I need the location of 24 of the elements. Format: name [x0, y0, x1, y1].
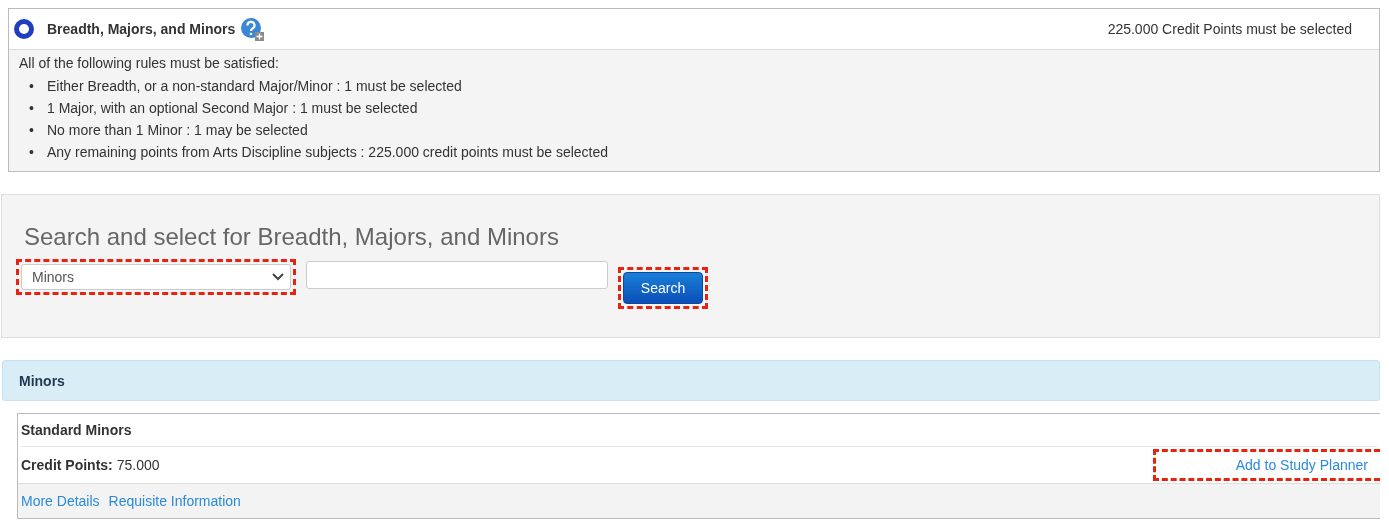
- rule-item: Either Breadth, or a non-standard Major/Minor : 1 must be selected: [47, 77, 462, 96]
- credit-points: Credit Points: 75.000: [21, 457, 160, 473]
- search-heading: Search and select for Breadth, Majors, and Minors: [24, 223, 560, 251]
- add-link[interactable]: Add to Study Planner: [1235, 457, 1368, 473]
- help-icon[interactable]: [240, 17, 265, 41]
- rule-item: No more than 1 Minor : 1 may be selected: [47, 121, 308, 140]
- search-button[interactable]: Search: [623, 272, 703, 304]
- rule-item: 1 Major, with an optional Second Major : 1 must be selected: [47, 99, 418, 118]
- ring-icon: [13, 18, 35, 40]
- panel-title: Breadth, Majors, and Minors: [47, 21, 236, 37]
- rule-item: Any remaining points from Arts Discipline subjects : 225.000 credit points must be selected: [47, 143, 609, 162]
- bullet: •: [29, 143, 35, 162]
- chevron-icon: [272, 273, 284, 281]
- requirement-text: 225.000 Credit Points must be selected: [1107, 21, 1352, 37]
- detail-link[interactable]: More Details: [21, 493, 100, 509]
- bullet: •: [29, 99, 35, 118]
- item-name: Standard Minors: [21, 414, 1377, 447]
- bullet: •: [29, 121, 35, 140]
- bullet: •: [29, 77, 35, 96]
- search-field[interactable]: [306, 261, 608, 289]
- type-select[interactable]: Minors: [21, 264, 291, 290]
- detail-link[interactable]: Requisite Information: [108, 493, 241, 509]
- results-heading: Minors: [19, 372, 65, 389]
- rules-intro: All of the following rules must be satisfied:: [19, 55, 280, 71]
